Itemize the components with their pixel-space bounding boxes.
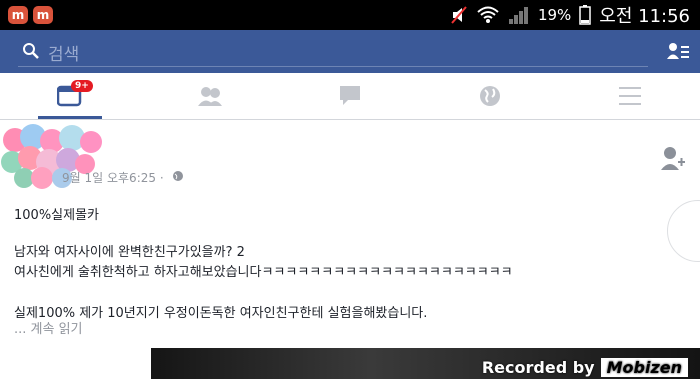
- watermark-text: Recorded by: [481, 358, 595, 377]
- post-text-line: 남자와 여자사이에 완벽한친구가있을까? 2: [14, 245, 245, 260]
- add-friend-icon[interactable]: [660, 145, 686, 173]
- mute-icon: [451, 6, 467, 24]
- message-icon: [340, 86, 360, 105]
- tab-notifications[interactable]: [420, 73, 560, 119]
- friends-icon: [198, 87, 222, 106]
- feed-post: 9월 1일 오후6:25 · 100%실제몰카 남자와 여자사이에 완벽한친구가…: [0, 120, 700, 379]
- app-notification-icon: m: [33, 6, 53, 24]
- post-text-line: 여사친에게 술취한척하고 하자고해보았습니다ㅋㅋㅋㅋㅋㅋㅋㅋㅋㅋㅋㅋㅋㅋㅋㅋㅋㅋ…: [14, 265, 513, 280]
- post-timestamp: 9월 1일 오후6:25 ·: [62, 171, 164, 185]
- read-more-link[interactable]: ... 계속 읽기: [14, 318, 83, 337]
- tab-menu[interactable]: [560, 73, 700, 119]
- search-icon: [23, 43, 39, 59]
- tab-news-feed[interactable]: 9+: [0, 73, 140, 119]
- battery-percentage: 19%: [537, 6, 572, 24]
- status-time: 오전 11:56: [599, 6, 690, 27]
- search-input[interactable]: 검색: [18, 36, 648, 67]
- mobizen-logo: Mobizen: [600, 358, 688, 377]
- side-scroll-handle[interactable]: [667, 200, 700, 262]
- tab-friends[interactable]: [140, 73, 280, 119]
- app-notification-icon: m: [8, 6, 28, 24]
- wifi-icon: [477, 6, 499, 23]
- status-bar: m m 19% 오전 11:56: [0, 0, 700, 30]
- status-right-group: 19% 오전 11:56: [450, 0, 690, 30]
- notification-badge: 9+: [71, 80, 93, 92]
- globe-icon: [480, 86, 500, 106]
- signal-icon: [508, 7, 528, 24]
- public-globe-icon: [173, 171, 183, 181]
- tab-messages[interactable]: [280, 73, 420, 119]
- recorder-watermark: Recorded by Mobizen: [482, 358, 688, 377]
- search-placeholder: 검색: [48, 45, 80, 65]
- search-bar: 검색: [0, 30, 700, 73]
- menu-icon: [619, 87, 641, 105]
- friends-list-icon[interactable]: [667, 41, 689, 63]
- nav-tabs: 9+: [0, 73, 700, 120]
- video-preview[interactable]: Recorded by Mobizen: [151, 348, 700, 379]
- post-text-line: 100%실제몰카: [14, 208, 100, 223]
- battery-icon: [579, 5, 592, 25]
